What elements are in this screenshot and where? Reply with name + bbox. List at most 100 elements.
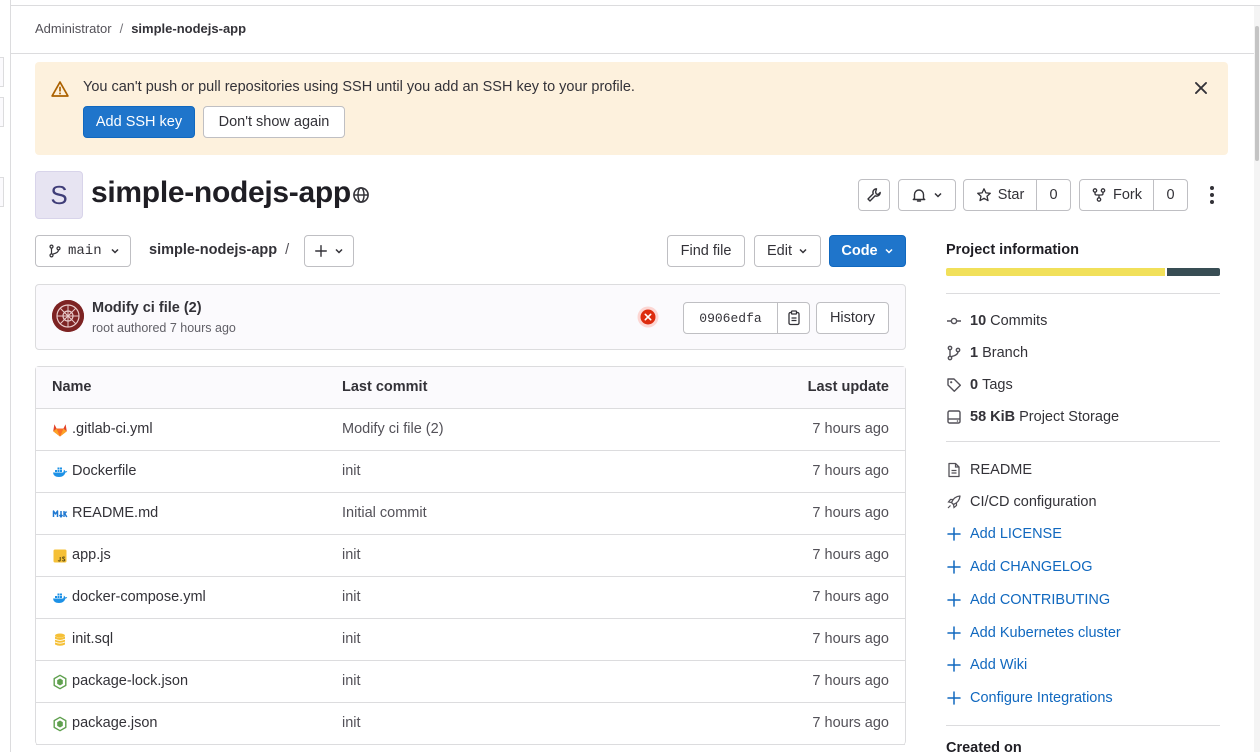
commits-stat[interactable]: 10 Commits [946,311,1047,331]
configure-integrations-label: Configure Integrations [970,690,1113,706]
configure-integrations-link[interactable]: Configure Integrations [946,688,1113,708]
file-last-commit[interactable]: init [342,589,361,605]
file-last-commit[interactable]: Initial commit [342,505,427,521]
copy-sha-button[interactable] [777,303,809,333]
cicd-config-link[interactable]: CI/CD configuration [946,492,1097,512]
file-table: Name Last commit Last update .gitlab-ci.… [35,366,906,745]
file-last-commit[interactable]: init [342,547,361,563]
file-name[interactable]: app.js [72,547,111,563]
file-name[interactable]: init.sql [72,631,113,647]
file-last-update: 7 hours ago [812,631,889,647]
file-last-commit[interactable]: init [342,631,361,647]
storage-label: Project Storage [1019,409,1120,425]
fork-button-group: Fork 0 [1079,179,1188,211]
language-segment [946,268,1165,276]
table-row[interactable]: package.json init 7 hours ago [36,703,905,745]
dont-show-again-button[interactable]: Don't show again [203,106,345,138]
language-bar [946,268,1220,276]
rail-toggle-tertiary[interactable] [0,177,4,207]
plus-icon [947,527,961,541]
fork-icon [1092,188,1106,202]
breadcrumb-current[interactable]: simple-nodejs-app [131,21,246,36]
star-count[interactable]: 0 [1036,180,1070,210]
breadcrumb-parent[interactable]: Administrator [35,21,112,36]
add-contributing-link[interactable]: Add CONTRIBUTING [946,590,1110,610]
file-last-commit[interactable]: init [342,715,361,731]
code-dropdown[interactable]: Code [829,235,906,267]
table-row[interactable]: docker-compose.yml init 7 hours ago [36,577,905,619]
file-last-update: 7 hours ago [812,715,889,731]
file-last-commit[interactable]: init [342,673,361,689]
tags-label: Tags [982,377,1013,393]
notifications-button[interactable] [898,179,956,211]
page-scrollbar[interactable] [1254,6,1260,752]
table-row[interactable]: README.md Initial commit 7 hours ago [36,493,905,535]
file-last-update: 7 hours ago [812,547,889,563]
fork-count[interactable]: 0 [1153,180,1187,210]
table-row[interactable]: init.sql init 7 hours ago [36,619,905,661]
branches-stat[interactable]: 1 Branch [946,343,1028,363]
branches-label: Branch [982,345,1029,361]
divider [946,293,1220,294]
file-last-update: 7 hours ago [812,673,889,689]
edit-dropdown[interactable]: Edit [754,235,821,267]
file-name[interactable]: package.json [72,715,157,731]
commit-title[interactable]: Modify ci file (2) [92,300,202,316]
commit-icon [947,317,961,325]
file-name[interactable]: Dockerfile [72,463,136,479]
top-border [0,0,1260,6]
storage-stat[interactable]: 58 KiB Project Storage [946,407,1119,427]
repo-path-root[interactable]: simple-nodejs-app [149,242,277,258]
markdown-icon [52,510,68,518]
divider [946,441,1220,442]
scrollbar-thumb[interactable] [1255,26,1259,161]
commit-sha[interactable]: 0906edfa [684,303,777,333]
file-name[interactable]: docker-compose.yml [72,589,206,605]
find-file-button[interactable]: Find file [667,235,745,267]
repo-path: simple-nodejs-app / [149,242,289,258]
file-name[interactable]: README.md [72,505,158,521]
history-button[interactable]: History [816,302,889,334]
chevron-down-icon [885,248,893,254]
file-last-update: 7 hours ago [812,421,889,437]
rail-toggle[interactable] [0,57,4,87]
project-avatar: S [35,171,83,219]
readme-link[interactable]: README [946,460,1032,480]
branch-selector[interactable]: main [35,235,131,267]
more-actions-icon[interactable] [1203,183,1221,207]
file-name[interactable]: package-lock.json [72,673,188,689]
pipeline-failed-icon[interactable] [637,306,659,328]
commits-count: 10 [970,313,987,329]
star-button[interactable]: Star [964,180,1036,210]
rail-toggle-secondary[interactable] [0,97,4,127]
table-row[interactable]: Dockerfile init 7 hours ago [36,451,905,493]
table-row[interactable]: .gitlab-ci.yml Modify ci file (2) 7 hour… [36,409,905,451]
file-last-commit[interactable]: Modify ci file (2) [342,421,444,437]
add-changelog-link[interactable]: Add CHANGELOG [946,557,1093,577]
chevron-down-icon [934,192,942,198]
ssh-key-alert: You can't push or pull repositories usin… [35,62,1228,155]
collapsed-sidebar-rail[interactable] [0,0,11,752]
table-row[interactable]: package-lock.json init 7 hours ago [36,661,905,703]
last-commit-panel: Modify ci file (2) root authored 7 hours… [35,284,906,350]
table-row[interactable]: app.js init 7 hours ago [36,535,905,577]
document-icon [948,462,960,478]
add-kubernetes-link[interactable]: Add Kubernetes cluster [946,623,1121,643]
settings-button[interactable] [858,179,890,211]
plus-icon [947,658,961,672]
add-ssh-key-button[interactable]: Add SSH key [83,106,195,138]
fork-button[interactable]: Fork [1080,180,1153,210]
star-label: Star [997,187,1025,203]
tags-stat[interactable]: 0 Tags [946,375,1013,395]
avatar[interactable] [52,300,84,332]
add-license-link[interactable]: Add LICENSE [946,524,1062,544]
column-name: Name [52,379,92,395]
close-icon[interactable] [1192,79,1210,97]
file-name[interactable]: .gitlab-ci.yml [72,421,153,437]
file-last-commit[interactable]: init [342,463,361,479]
docker-icon [53,593,68,603]
fork-label: Fork [1113,187,1142,203]
add-to-tree-button[interactable] [304,235,354,267]
add-wiki-link[interactable]: Add Wiki [946,655,1027,675]
column-last-update: Last update [807,379,889,395]
